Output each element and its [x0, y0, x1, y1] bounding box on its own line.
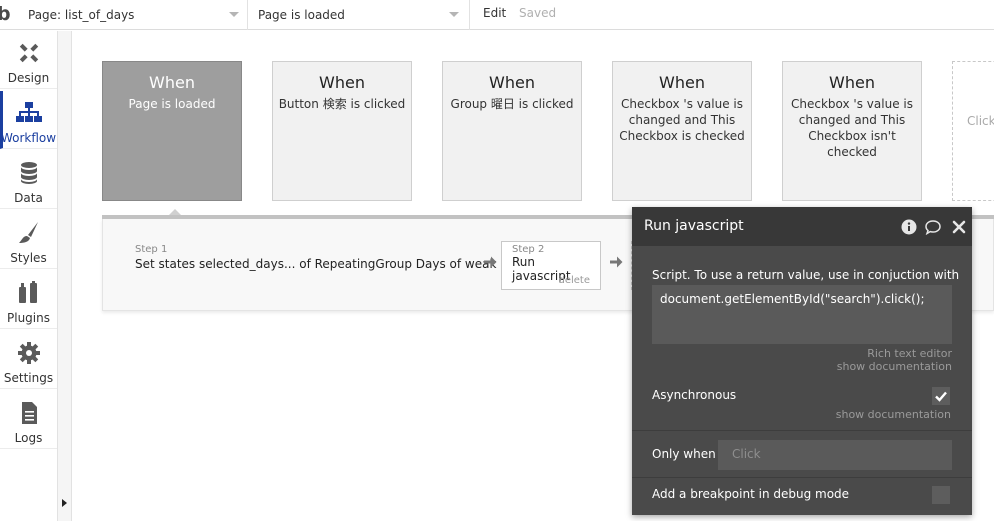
design-icon [19, 43, 39, 63]
close-icon[interactable] [951, 219, 967, 235]
event-card-checkbox-checked[interactable]: When Checkbox 's value is changed and Th… [612, 61, 752, 201]
sidebar-item-label: Workflow [0, 131, 57, 145]
breakpoint-label: Add a breakpoint in debug mode [652, 487, 850, 501]
styles-icon [19, 222, 38, 243]
event-description: Button 検索 is clicked [278, 97, 406, 111]
logs-icon [22, 402, 37, 424]
rich-text-editor-link[interactable]: Rich text editor [812, 347, 952, 360]
event-card-group-clicked[interactable]: When Group 曜日 is clicked [442, 61, 582, 201]
add-event-label: Click [967, 114, 994, 128]
panel-divider [632, 477, 972, 478]
event-card-checkbox-unchecked[interactable]: When Checkbox 's value is changed and Th… [782, 61, 922, 201]
sidebar-collapse-strip[interactable] [58, 31, 72, 521]
chevron-down-icon [449, 12, 459, 17]
event-description: Checkbox 's value is changed and This Ch… [791, 97, 913, 159]
event-card-button-clicked[interactable]: When Button 検索 is clicked [272, 61, 412, 201]
sidebar-item-plugins[interactable]: Plugins [0, 271, 57, 329]
event-description: Group 曜日 is clicked [450, 97, 574, 111]
expand-arrow-icon[interactable] [62, 499, 67, 507]
action-step-1[interactable]: Step 1 Set states selected_days... of Re… [135, 244, 496, 271]
arrow-right-icon [484, 256, 497, 268]
step-number: Step 1 [135, 244, 168, 255]
event-selector[interactable]: Page is loaded [252, 0, 470, 30]
event-when-label: When [659, 73, 705, 92]
asynchronous-label: Asynchronous [652, 388, 737, 402]
settings-icon [18, 342, 40, 364]
delete-step-link[interactable]: delete [558, 275, 590, 286]
only-when-label: Only when [652, 447, 716, 461]
script-input[interactable]: document.getElementById("search").click(… [652, 285, 952, 344]
sidebar-item-label: Design [7, 71, 50, 85]
event-when-label: When [319, 73, 365, 92]
breakpoint-checkbox[interactable] [932, 486, 950, 504]
event-selector-label: Page is loaded [258, 8, 345, 22]
edit-menu[interactable]: Edit [483, 6, 506, 20]
arrow-right-icon [610, 256, 623, 268]
comment-icon[interactable] [925, 219, 941, 235]
page-selector-label: Page: list_of_days [28, 8, 135, 22]
plugins-icon [19, 281, 37, 303]
sidebar-item-logs[interactable]: Logs [0, 391, 57, 449]
show-documentation-link[interactable]: show documentation [812, 360, 952, 373]
step-number: Step 2 [512, 244, 545, 255]
action-step-2[interactable]: Step 2 Run javascript delete [501, 241, 601, 290]
property-editor-panel: Run javascript Script. To use a return v… [632, 207, 972, 515]
add-event-card[interactable]: Click [952, 61, 994, 201]
sidebar-item-label: Data [14, 191, 43, 205]
panel-divider [632, 430, 972, 431]
show-documentation-link[interactable]: show documentation [812, 408, 951, 421]
sidebar-item-label: Styles [10, 251, 47, 265]
saved-status: Saved [519, 6, 557, 20]
event-description: Checkbox 's value is changed and This Ch… [619, 97, 745, 143]
asynchronous-checkbox[interactable] [932, 387, 950, 405]
page-selector[interactable]: Page: list_of_days [26, 0, 248, 30]
panel-header: Run javascript [632, 207, 972, 246]
data-icon [21, 162, 37, 184]
script-label: Script. To use a return value, use in co… [652, 268, 960, 282]
workflow-icon [16, 102, 42, 122]
event-card-page-loaded[interactable]: When Page is loaded [102, 61, 242, 201]
sidebar-item-design[interactable]: Design [0, 31, 57, 89]
chevron-down-icon [229, 12, 239, 17]
sidebar-item-styles[interactable]: Styles [0, 211, 57, 269]
sidebar-item-data[interactable]: Data [0, 151, 57, 209]
sidebar-item-label: Settings [3, 371, 54, 385]
sidebar-item-label: Logs [14, 431, 43, 445]
bubble-logo[interactable]: b [0, 4, 20, 26]
step-title: Set states selected_days... of Repeating… [135, 257, 497, 271]
sidebar-item-settings[interactable]: Settings [0, 331, 57, 389]
checkmark-icon [935, 391, 947, 402]
event-when-label: When [149, 73, 195, 92]
only-when-input[interactable]: Click [718, 440, 952, 470]
panel-title: Run javascript [644, 218, 744, 234]
sidebar-item-workflow[interactable]: Workflow [0, 91, 57, 149]
event-when-label: When [489, 73, 535, 92]
left-sidebar: Design Workflow Data Styles Plugins Sett… [0, 31, 58, 521]
sidebar-item-label: Plugins [7, 311, 50, 325]
event-when-label: When [829, 73, 875, 92]
event-description: Page is loaded [128, 97, 216, 111]
top-bar: b Page: list_of_days Page is loaded Edit… [0, 0, 994, 30]
info-icon[interactable] [901, 219, 917, 235]
